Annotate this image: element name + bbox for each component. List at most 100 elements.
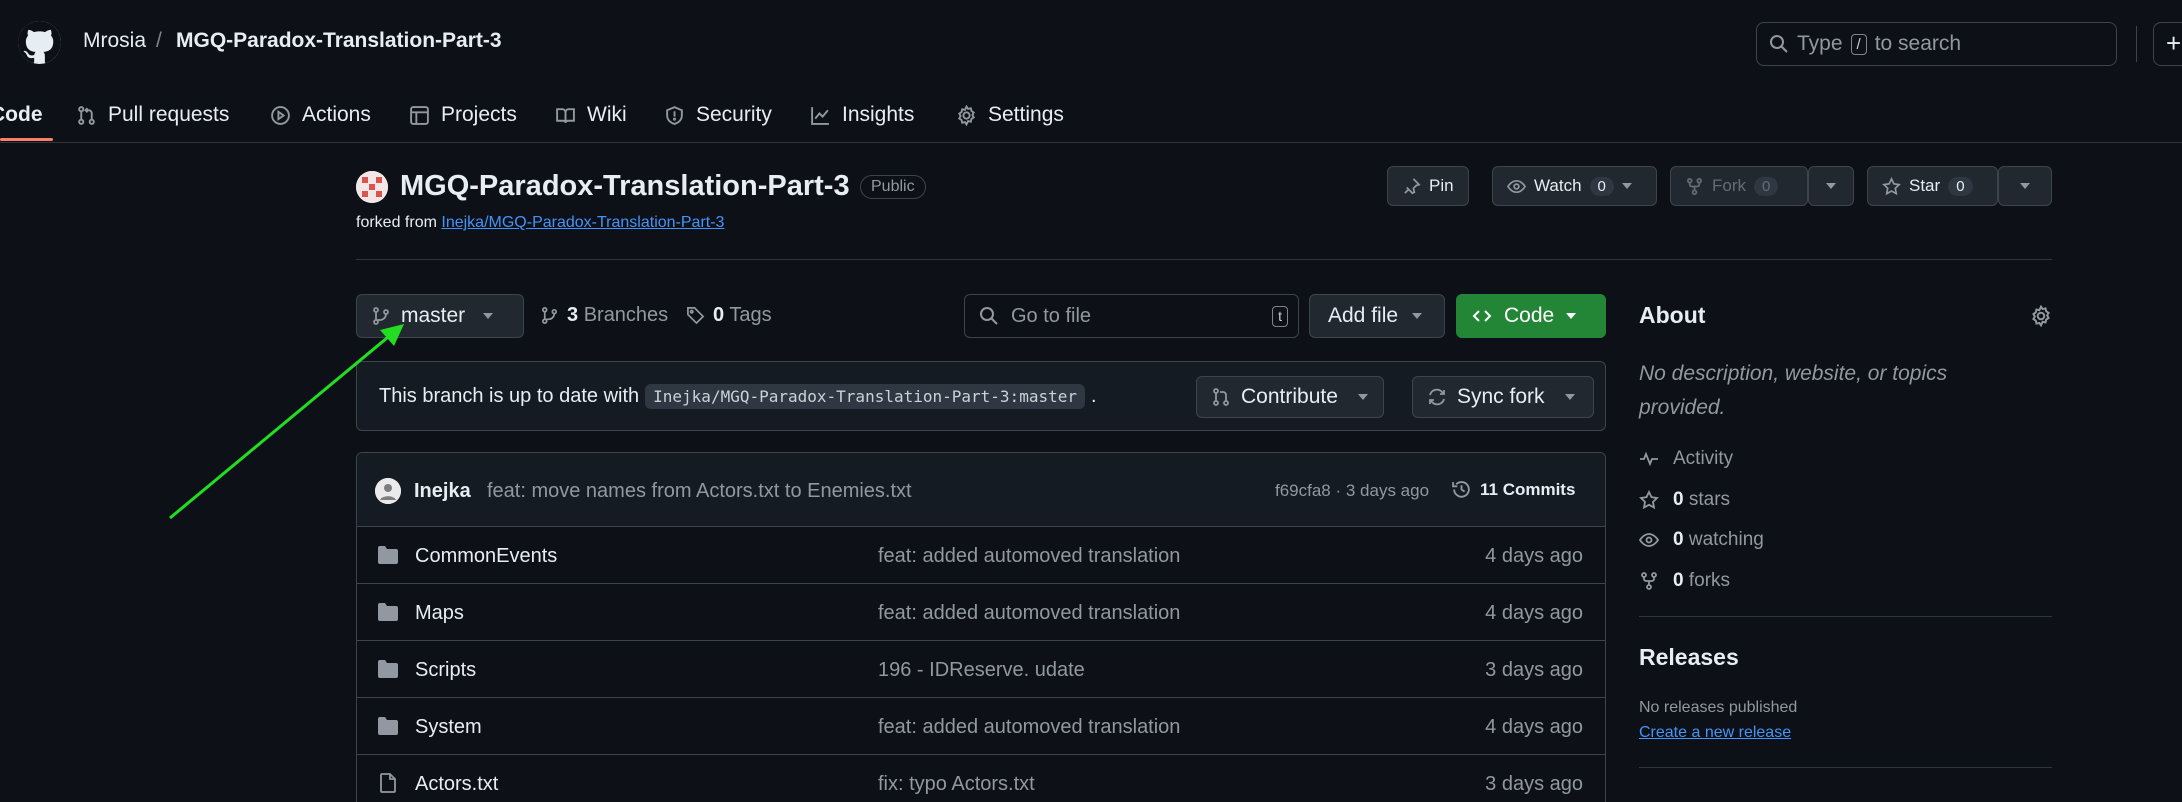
sync-icon <box>1429 388 1445 406</box>
activity-label: Activity <box>1673 448 1734 469</box>
repo-title[interactable]: MGQ-Paradox-Translation-Part-3 <box>400 170 850 203</box>
branches-link[interactable]: 3 Branches <box>540 304 668 327</box>
chevron-down-icon <box>2020 183 2030 189</box>
file-commit-date: 4 days ago <box>1485 545 1583 567</box>
tab-insights[interactable]: Insights <box>810 98 914 132</box>
folder-icon <box>378 660 398 678</box>
code-button-label: Code <box>1504 304 1555 327</box>
breadcrumb-separator: / <box>156 29 162 52</box>
gear-icon[interactable] <box>2030 304 2052 328</box>
tab-wiki[interactable]: Wiki <box>555 98 627 132</box>
file-name[interactable]: Maps <box>415 602 464 625</box>
header-divider-line <box>356 259 2052 260</box>
fork-button[interactable]: Fork 0 <box>1670 166 1808 206</box>
search-prefix: Type <box>1797 32 1843 55</box>
sync-fork-button[interactable]: Sync fork <box>1412 376 1594 418</box>
branches-count: 3 <box>567 304 579 326</box>
table-row[interactable]: CommonEvents feat: added automoved trans… <box>357 527 1605 584</box>
file-commit-message[interactable]: fix: typo Actors.txt <box>878 773 1035 796</box>
breadcrumb-owner[interactable]: Mrosia <box>83 29 146 53</box>
stars-link[interactable]: 0 stars <box>1639 489 1730 511</box>
create-new-button[interactable]: + <box>2153 22 2182 66</box>
search-suffix: to search <box>1874 32 1962 55</box>
pulse-icon <box>1640 451 1658 467</box>
tab-code[interactable]: Code <box>0 98 43 132</box>
search-input[interactable]: Type / to search <box>1756 22 2117 66</box>
folder-icon <box>378 546 398 564</box>
file-commit-message[interactable]: feat: added automoved translation <box>878 716 1180 739</box>
activity-link[interactable]: Activity <box>1639 448 1733 470</box>
table-row[interactable]: Actors.txt fix: typo Actors.txt 3 days a… <box>357 755 1605 802</box>
watching-label: watching <box>1688 529 1764 550</box>
releases-title[interactable]: Releases <box>1639 644 1739 671</box>
tab-security[interactable]: Security <box>664 98 772 132</box>
forks-link[interactable]: 0 forks <box>1639 570 1730 592</box>
create-release-link[interactable]: Create a new release <box>1639 724 1791 742</box>
chevron-down-icon <box>1357 394 1368 400</box>
stars-count: 0 <box>1673 489 1684 510</box>
file-name[interactable]: Scripts <box>415 659 476 682</box>
forked-from-link[interactable]: Inejka/MGQ-Paradox-Translation-Part-3 <box>441 214 724 231</box>
tab-actions[interactable]: Actions <box>270 98 371 132</box>
code-icon <box>1472 310 1492 322</box>
watch-button[interactable]: Watch 0 <box>1492 166 1657 206</box>
tab-pull-requests[interactable]: Pull requests <box>76 98 229 132</box>
commit-hash-time[interactable]: f69cfa8 · 3 days ago <box>1275 481 1429 501</box>
commits-link[interactable]: 11 Commits <box>1451 479 1575 500</box>
sync-fork-label: Sync fork <box>1457 385 1545 408</box>
no-releases-text: No releases published <box>1639 699 1798 716</box>
watching-link[interactable]: 0 watching <box>1639 529 1764 551</box>
star-label: Star <box>1909 176 1941 195</box>
contribute-button[interactable]: Contribute <box>1196 376 1384 418</box>
pin-button[interactable]: Pin <box>1387 166 1469 206</box>
sidebar-divider <box>1639 616 2052 617</box>
file-name[interactable]: System <box>415 716 482 739</box>
tab-projects[interactable]: Projects <box>409 98 517 132</box>
commit-author-avatar[interactable] <box>375 478 401 504</box>
star-button[interactable]: Star 0 <box>1867 166 1998 206</box>
table-row[interactable]: Scripts 196 - IDReserve. udate 3 days ag… <box>357 641 1605 698</box>
repo-owner-avatar[interactable] <box>356 171 388 203</box>
add-file-button[interactable]: Add file <box>1309 294 1445 338</box>
star-icon <box>1882 176 1901 195</box>
tags-label: Tags <box>729 304 772 326</box>
history-icon <box>1452 481 1470 498</box>
table-row[interactable]: System feat: added automoved translation… <box>357 698 1605 755</box>
play-icon <box>271 105 290 125</box>
commit-message[interactable]: feat: move names from Actors.txt to Enem… <box>487 480 912 503</box>
table-row[interactable]: Maps feat: added automoved translation 4… <box>357 584 1605 641</box>
file-name[interactable]: CommonEvents <box>415 545 557 568</box>
forks-count: 0 <box>1673 570 1684 591</box>
commit-author[interactable]: Inejka <box>414 480 471 503</box>
file-name[interactable]: Actors.txt <box>415 773 498 796</box>
top-bar: Mrosia / MGQ-Paradox-Translation-Part-3 … <box>0 0 2182 88</box>
upstream-branch-ref[interactable]: Inejka/MGQ-Paradox-Translation-Part-3:ma… <box>645 384 1085 409</box>
tab-wiki-label: Wiki <box>587 103 627 126</box>
tab-settings[interactable]: Settings <box>956 98 1064 132</box>
github-logo-icon[interactable] <box>18 21 61 64</box>
folder-icon <box>378 603 398 621</box>
branches-label: Branches <box>583 304 669 326</box>
fork-dropdown-button[interactable] <box>1808 166 1854 206</box>
go-to-file-input[interactable]: Go to file t <box>964 294 1299 338</box>
file-commit-message[interactable]: 196 - IDReserve. udate <box>878 659 1085 682</box>
chevron-down-icon <box>1621 183 1632 189</box>
visibility-badge: Public <box>860 175 926 199</box>
search-icon <box>980 307 998 325</box>
commits-count-label: 11 Commits <box>1480 479 1576 499</box>
file-commit-message[interactable]: feat: added automoved translation <box>878 545 1180 568</box>
eye-icon <box>1639 533 1659 547</box>
tab-settings-label: Settings <box>988 103 1064 126</box>
branch-selector[interactable]: master <box>356 294 524 338</box>
watching-count: 0 <box>1673 529 1684 550</box>
tags-link[interactable]: 0 Tags <box>686 304 772 327</box>
star-dropdown-button[interactable] <box>1998 166 2052 206</box>
code-button[interactable]: Code <box>1456 294 1606 338</box>
file-commit-message[interactable]: feat: added automoved translation <box>878 602 1180 625</box>
breadcrumb-repo[interactable]: MGQ-Paradox-Translation-Part-3 <box>176 29 502 53</box>
shield-icon <box>666 105 683 125</box>
fork-icon <box>1686 177 1703 195</box>
file-commit-date: 3 days ago <box>1485 773 1583 795</box>
eye-icon <box>1507 179 1526 193</box>
pin-icon <box>1404 177 1421 194</box>
